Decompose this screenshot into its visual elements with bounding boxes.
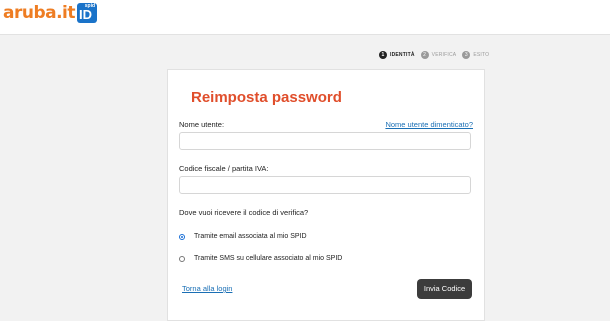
delivery-question: Dove vuoi ricevere il codice di verifica… bbox=[179, 208, 309, 217]
progress-steps: 1 IDENTITÀ 2 VERIFICA 3 ESITO bbox=[379, 51, 489, 59]
fiscal-code-input[interactable] bbox=[179, 176, 471, 194]
option-sms[interactable]: Tramite SMS su cellulare associato al mi… bbox=[179, 255, 342, 262]
option-email-label: Tramite email associata al mio SPID bbox=[194, 233, 307, 240]
username-input[interactable] bbox=[179, 132, 471, 150]
page-title: Reimposta password bbox=[191, 89, 342, 106]
step-number: 1 bbox=[379, 51, 387, 59]
step-number: 3 bbox=[462, 51, 471, 59]
username-label: Nome utente: bbox=[179, 120, 225, 129]
send-code-button[interactable]: Invia Codice bbox=[417, 279, 472, 299]
step-label: VERIFICA bbox=[431, 52, 457, 58]
radio-email[interactable] bbox=[179, 233, 185, 240]
fiscal-code-label: Codice fiscale / partita IVA: bbox=[179, 164, 269, 173]
spid-id-label: ID bbox=[79, 7, 93, 22]
spid-id-badge: spid ID bbox=[77, 3, 98, 23]
option-sms-label: Tramite SMS su cellulare associato al mi… bbox=[194, 255, 343, 262]
reset-password-card: Reimposta password Nome utente: Nome ute… bbox=[167, 69, 485, 321]
step-verifica: 2 VERIFICA bbox=[420, 51, 457, 59]
back-to-login-link[interactable]: Torna alla login bbox=[182, 284, 232, 293]
step-label: IDENTITÀ bbox=[390, 52, 415, 58]
aruba-spid-logo[interactable]: aruba.it spid ID bbox=[3, 2, 98, 24]
step-identita: 1 IDENTITÀ bbox=[379, 51, 415, 59]
step-esito: 3 ESITO bbox=[462, 51, 489, 59]
radio-sms[interactable] bbox=[179, 255, 185, 262]
logo-text: aruba.it bbox=[3, 3, 76, 23]
forgot-username-link[interactable]: Nome utente dimenticato? bbox=[385, 120, 473, 129]
top-bar: aruba.it spid ID bbox=[0, 0, 610, 35]
step-number: 2 bbox=[420, 51, 429, 59]
option-email[interactable]: Tramite email associata al mio SPID bbox=[179, 233, 307, 240]
step-label: ESITO bbox=[473, 52, 490, 58]
